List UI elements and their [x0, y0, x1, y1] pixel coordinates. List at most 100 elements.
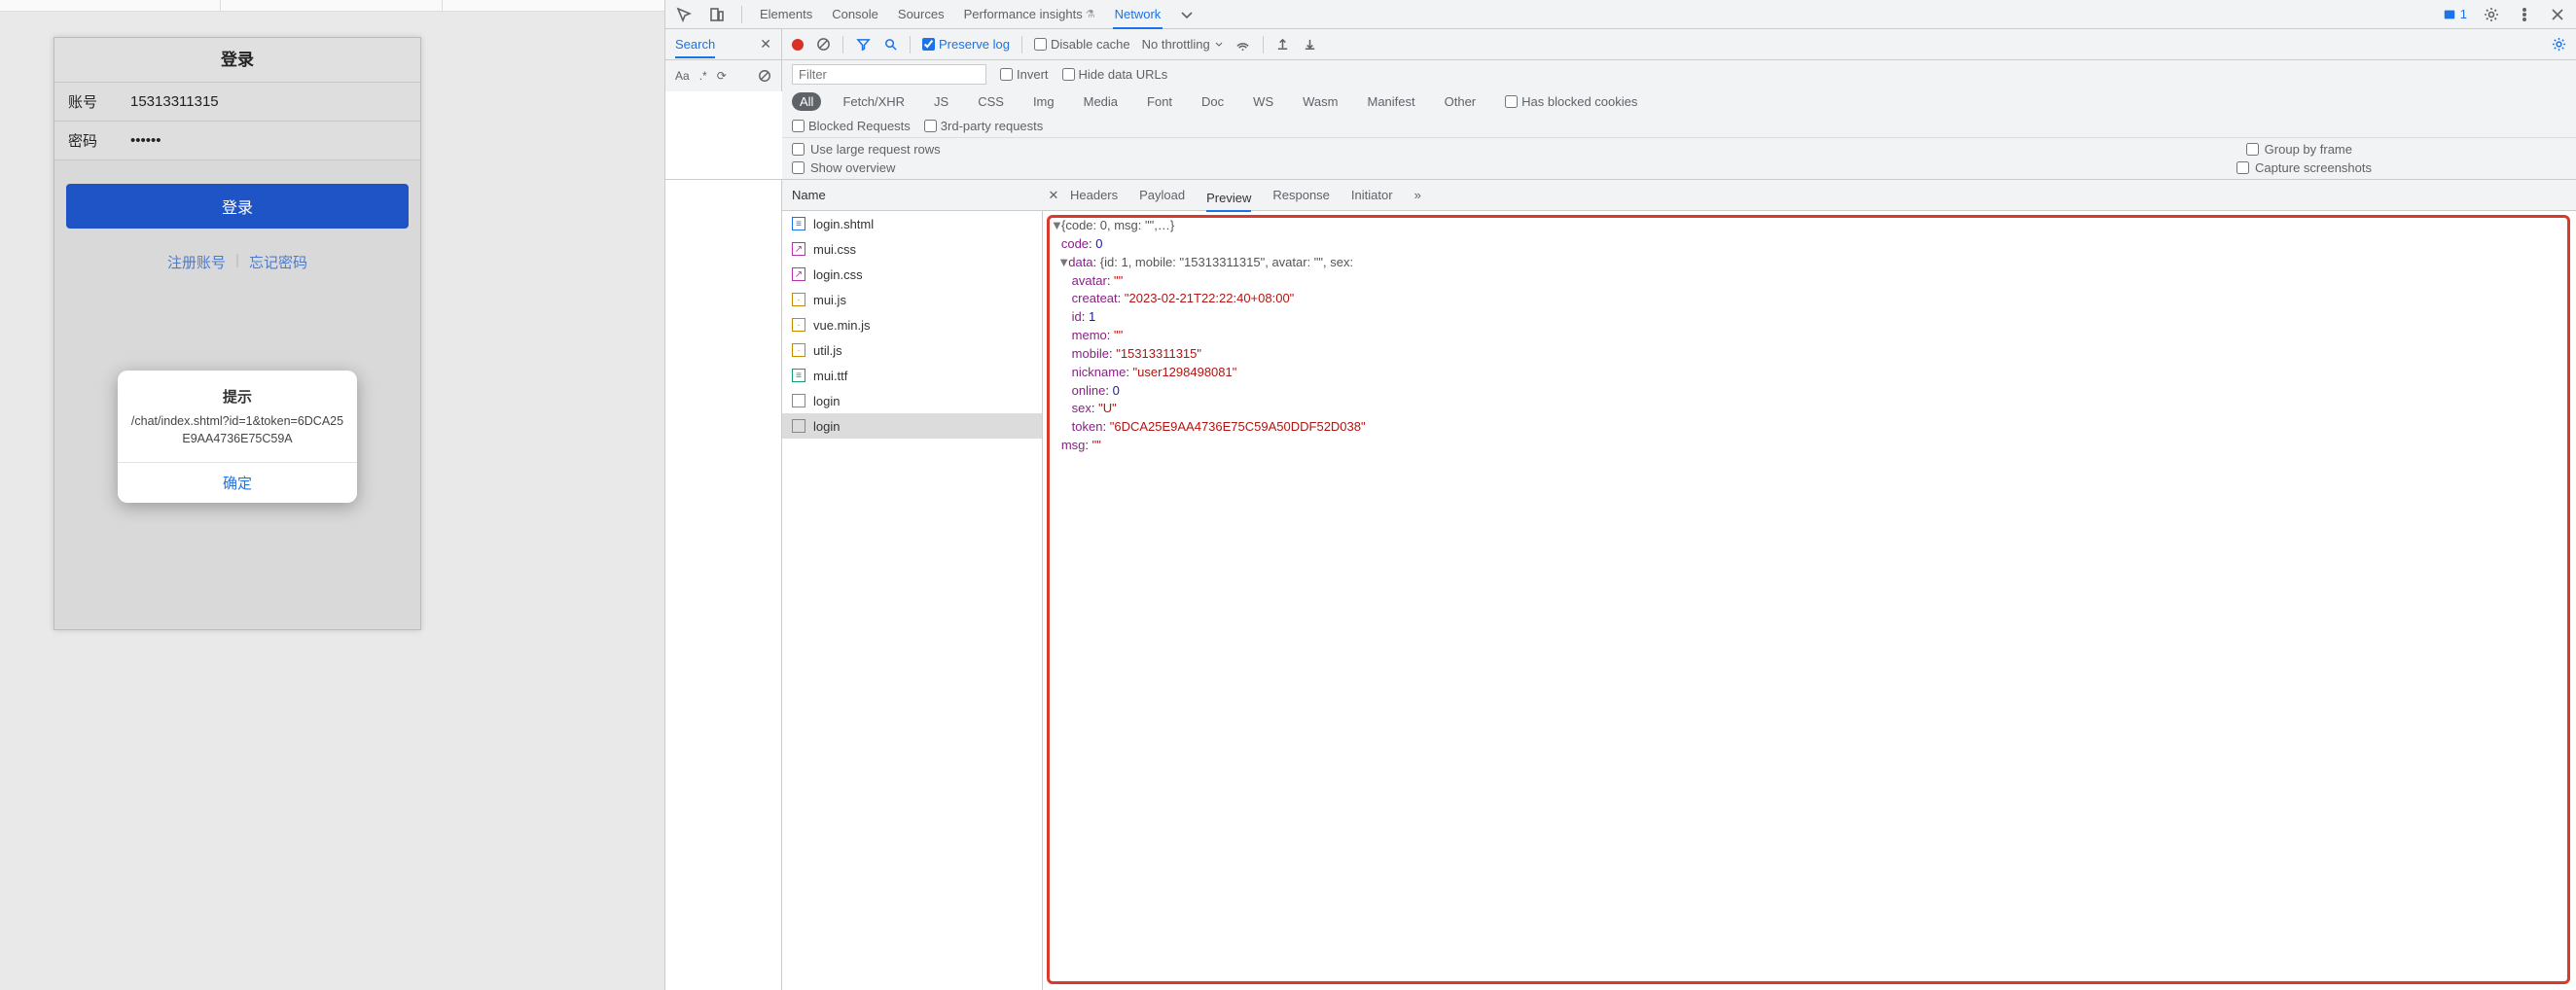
- password-row: 密码: [54, 122, 420, 160]
- export-har-icon[interactable]: [1303, 37, 1318, 53]
- request-name: login: [813, 394, 840, 408]
- chip-manifest[interactable]: Manifest: [1359, 92, 1422, 111]
- tab-network[interactable]: Network: [1113, 1, 1163, 29]
- request-row[interactable]: ·vue.min.js: [782, 312, 1042, 337]
- preview-pane[interactable]: ▼{code: 0, msg: "",…} code: 0 ▼data: {id…: [1043, 211, 2576, 990]
- filter-icon[interactable]: [855, 37, 871, 53]
- caret-down-icon[interactable]: ▼: [1057, 254, 1068, 272]
- network-conditions-icon[interactable]: [1235, 37, 1251, 53]
- xhr-file-icon: [792, 394, 805, 407]
- register-link[interactable]: 注册账号: [167, 252, 226, 272]
- ruler: [0, 0, 664, 12]
- data-summary: {id: 1, mobile: "15313311315", avatar: "…: [1100, 255, 1353, 269]
- request-list[interactable]: ≡login.shtml↗mui.css ↗ login.css ·mui.js·vu…: [782, 211, 1043, 990]
- settings-icon[interactable]: [2483, 6, 2500, 23]
- filter-input[interactable]: [792, 64, 986, 85]
- name-column-header[interactable]: Name: [782, 188, 1043, 202]
- detail-tab-headers[interactable]: Headers: [1070, 183, 1118, 207]
- caret-down-icon[interactable]: ▼: [1051, 217, 1061, 235]
- screenshots-checkbox[interactable]: Capture screenshots: [2236, 160, 2372, 175]
- detail-tab-initiator[interactable]: Initiator: [1351, 183, 1393, 207]
- password-input[interactable]: [130, 132, 407, 149]
- import-har-icon[interactable]: [1275, 37, 1291, 53]
- blocked-cookies-checkbox[interactable]: Has blocked cookies: [1505, 94, 1637, 109]
- request-row[interactable]: ↗ login.css: [782, 262, 1042, 287]
- account-input[interactable]: [130, 93, 407, 110]
- search-tab-label[interactable]: Search: [675, 37, 715, 58]
- chip-all[interactable]: All: [792, 92, 821, 111]
- request-name: login: [813, 419, 840, 434]
- search-icon[interactable]: [882, 37, 898, 53]
- request-row[interactable]: ≡mui.ttf: [782, 363, 1042, 388]
- detail-tab-response[interactable]: Response: [1272, 183, 1330, 207]
- tab-performance-insights[interactable]: Performance insights⚗: [962, 0, 1097, 28]
- close-devtools-icon[interactable]: [2549, 6, 2566, 23]
- issues-count: 1: [2460, 7, 2467, 21]
- chip-img[interactable]: Img: [1025, 92, 1062, 111]
- css-file-icon: ↗: [792, 267, 805, 281]
- detail-tab-preview[interactable]: Preview: [1206, 186, 1251, 212]
- issues-chip[interactable]: 1: [2443, 7, 2467, 21]
- request-row[interactable]: ↗mui.css: [782, 236, 1042, 262]
- login-button[interactable]: 登录: [66, 184, 409, 229]
- alert-modal: 提示 /chat/index.shtml?id=1&token=6DCA25E9…: [118, 371, 357, 504]
- account-row: 账号: [54, 83, 420, 122]
- value-avatar: "": [1114, 273, 1123, 288]
- value-token: "6DCA25E9AA4736E75C59A50DDF52D038": [1110, 419, 1366, 434]
- chip-wasm[interactable]: Wasm: [1295, 92, 1345, 111]
- invert-checkbox[interactable]: Invert: [1000, 67, 1049, 82]
- value-online: 0: [1113, 383, 1120, 398]
- request-row[interactable]: ≡login.shtml: [782, 211, 1042, 236]
- devtools-subbar: Search ✕ Preserve log Disable cache No t…: [665, 29, 2576, 60]
- group-by-frame-checkbox[interactable]: Group by frame: [2246, 142, 2352, 157]
- request-name: login.css: [813, 267, 863, 282]
- devtools-body: Name ✕ Headers Payload Preview Response …: [665, 180, 2576, 990]
- blocked-requests-checkbox[interactable]: Blocked Requests: [792, 119, 911, 133]
- detail-tab-payload[interactable]: Payload: [1139, 183, 1185, 207]
- detail-tabs: Headers Payload Preview Response Initiat…: [1064, 183, 2576, 207]
- show-overview-checkbox[interactable]: Show overview: [792, 160, 895, 175]
- chip-js[interactable]: JS: [926, 92, 956, 111]
- root-summary: {code: 0, msg: "",…}: [1061, 218, 1174, 232]
- request-row[interactable]: ·util.js: [782, 337, 1042, 363]
- chip-css[interactable]: CSS: [970, 92, 1012, 111]
- preserve-log-checkbox[interactable]: Preserve log: [922, 37, 1010, 52]
- disable-cache-checkbox[interactable]: Disable cache: [1034, 37, 1130, 52]
- modal-ok-button[interactable]: 确定: [118, 462, 357, 503]
- chip-ws[interactable]: WS: [1245, 92, 1281, 111]
- large-rows-checkbox[interactable]: Use large request rows: [792, 142, 941, 157]
- regex-toggle[interactable]: .*: [699, 69, 707, 83]
- clear-search-icon[interactable]: [758, 69, 771, 83]
- match-case-toggle[interactable]: Aa: [675, 69, 690, 83]
- chip-fetchxhr[interactable]: Fetch/XHR: [835, 92, 912, 111]
- device-toolbar-icon[interactable]: [708, 6, 726, 23]
- record-icon[interactable]: [792, 39, 804, 51]
- request-name: mui.css: [813, 242, 856, 257]
- more-detail-tabs-icon[interactable]: »: [1414, 188, 1421, 202]
- clear-icon[interactable]: [815, 37, 831, 53]
- thirdparty-checkbox[interactable]: 3rd-party requests: [924, 119, 1044, 133]
- inspect-icon[interactable]: [675, 6, 693, 23]
- chip-doc[interactable]: Doc: [1194, 92, 1232, 111]
- request-row[interactable]: ·mui.js: [782, 287, 1042, 312]
- request-row[interactable]: login: [782, 413, 1042, 439]
- request-name: mui.js: [813, 293, 846, 307]
- forgot-password-link[interactable]: 忘记密码: [249, 252, 307, 272]
- request-row[interactable]: login: [782, 388, 1042, 413]
- separator: [741, 6, 742, 23]
- more-tabs-icon[interactable]: [1178, 6, 1196, 23]
- chip-font[interactable]: Font: [1139, 92, 1180, 111]
- refresh-icon[interactable]: ⟳: [717, 69, 727, 83]
- kebab-menu-icon[interactable]: [2516, 6, 2533, 23]
- close-search-icon[interactable]: ✕: [760, 36, 771, 53]
- tab-elements[interactable]: Elements: [758, 0, 814, 28]
- network-settings-icon[interactable]: [2551, 37, 2566, 53]
- hide-data-urls-checkbox[interactable]: Hide data URLs: [1062, 67, 1168, 82]
- tab-console[interactable]: Console: [830, 0, 880, 28]
- tab-sources[interactable]: Sources: [896, 0, 947, 28]
- chip-media[interactable]: Media: [1076, 92, 1126, 111]
- throttling-select[interactable]: No throttling: [1142, 37, 1224, 52]
- close-detail-icon[interactable]: ✕: [1043, 188, 1064, 203]
- password-label: 密码: [68, 130, 117, 151]
- chip-other[interactable]: Other: [1437, 92, 1485, 111]
